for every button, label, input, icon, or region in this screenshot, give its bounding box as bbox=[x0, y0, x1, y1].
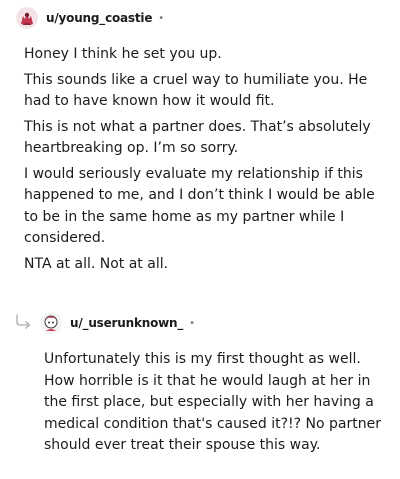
comment-body: Honey I think he set you up. This sounds… bbox=[24, 44, 376, 279]
user-avatar-icon[interactable] bbox=[40, 312, 62, 334]
comment-paragraph: This sounds like a cruel way to humiliat… bbox=[24, 71, 368, 110]
user-avatar-icon[interactable] bbox=[16, 7, 38, 29]
comment-body: Unfortunately this is my first thought a… bbox=[44, 349, 382, 461]
username-link[interactable]: u/_userunknown_ bbox=[70, 316, 183, 330]
comment-paragraph: I would seriously evaluate my relationsh… bbox=[24, 165, 375, 247]
separator-dot: • bbox=[158, 12, 165, 24]
comment-paragraph: This is not what a partner does. That’s … bbox=[24, 118, 371, 157]
comment-paragraph: NTA at all. Not at all. bbox=[24, 255, 169, 272]
reply-arrow-icon bbox=[14, 314, 34, 330]
comment-header: u/_userunknown_ • bbox=[40, 309, 195, 337]
username-link[interactable]: u/young_coastie bbox=[46, 11, 152, 25]
comment-paragraph: Honey I think he set you up. bbox=[24, 46, 222, 62]
comment-paragraph: Unfortunately this is my first thought a… bbox=[44, 351, 381, 453]
comment-header: u/young_coastie • bbox=[16, 4, 164, 32]
separator-dot: • bbox=[189, 317, 196, 329]
